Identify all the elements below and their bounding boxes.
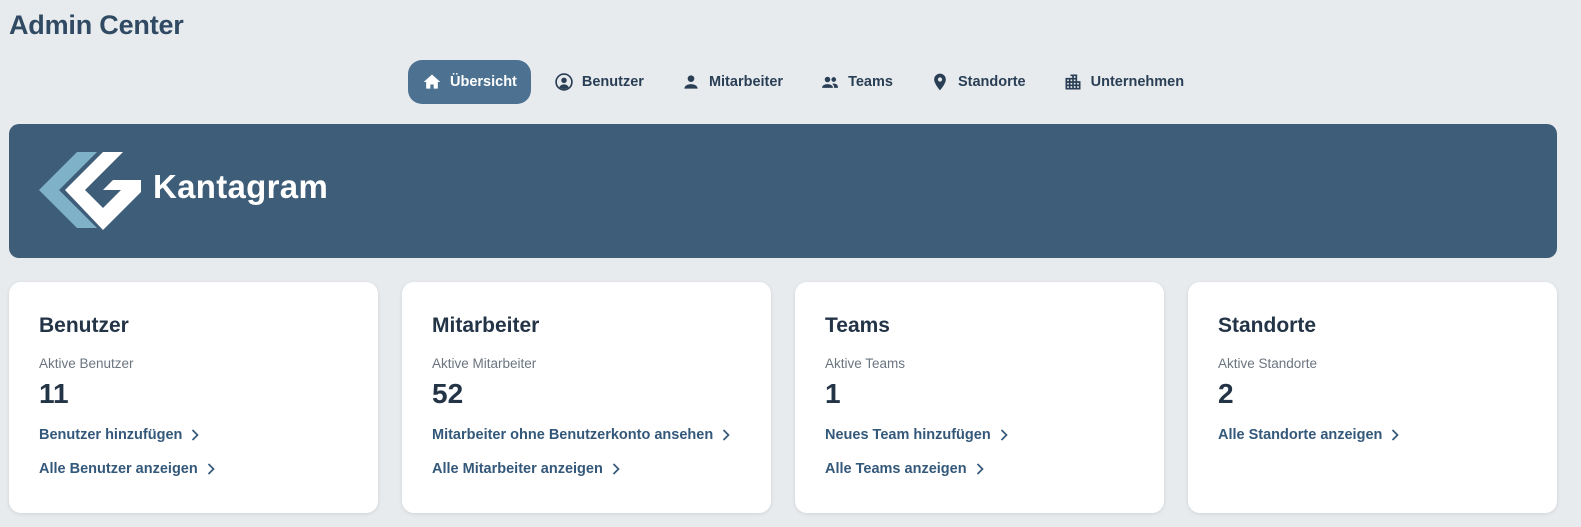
tab-benutzer[interactable]: Benutzer xyxy=(540,60,658,104)
card-title: Standorte xyxy=(1218,314,1317,337)
card-subtitle: Aktive Standorte xyxy=(1218,356,1318,371)
brand-banner: Kantagram xyxy=(9,124,1557,258)
page-title: Admin Center xyxy=(9,10,184,40)
card-teams: Teams Aktive Teams 1 Neues Team hinzufüg… xyxy=(795,282,1164,513)
card-count: 2 xyxy=(1218,378,1234,409)
chevron-right-icon xyxy=(1392,429,1400,441)
card-title: Mitarbeiter xyxy=(432,314,540,337)
location-pin-icon xyxy=(934,73,946,91)
all-users-link[interactable]: Alle Benutzer anzeigen xyxy=(39,459,348,479)
card-count: 11 xyxy=(39,378,69,409)
link-label: Neues Team hinzufügen xyxy=(825,427,991,443)
chevron-right-icon xyxy=(1000,429,1008,441)
link-label: Mitarbeiter ohne Benutzerkonto ansehen xyxy=(432,427,714,443)
tab-label: Benutzer xyxy=(581,74,644,90)
tab-uebersicht[interactable]: Übersicht xyxy=(408,60,531,104)
all-locations-link[interactable]: Alle Standorte anzeigen xyxy=(1218,425,1527,445)
card-benutzer: Benutzer Aktive Benutzer 11 Benutzer hin… xyxy=(9,282,378,513)
card-standorte: Standorte Aktive Standorte 2 Alle Stando… xyxy=(1188,282,1557,513)
card-count: 1 xyxy=(825,378,841,409)
chevron-right-icon xyxy=(612,463,620,475)
tab-standorte[interactable]: Standorte xyxy=(916,60,1040,104)
brand-name: Kantagram xyxy=(153,168,329,205)
employees-without-account-link[interactable]: Mitarbeiter ohne Benutzerkonto ansehen xyxy=(432,425,741,445)
kantagram-logo xyxy=(39,152,141,230)
main-nav: Übersicht Benutzer Mitarbeiter Teams Sta… xyxy=(408,60,1207,104)
chevron-right-icon xyxy=(723,429,730,441)
card-subtitle: Aktive Mitarbeiter xyxy=(432,356,537,371)
card-subtitle: Aktive Teams xyxy=(825,356,906,371)
card-title: Benutzer xyxy=(39,314,129,337)
chevron-right-icon xyxy=(976,463,984,475)
tab-unternehmen[interactable]: Unternehmen xyxy=(1049,60,1198,104)
person-icon xyxy=(684,75,698,89)
chevron-right-icon xyxy=(192,429,200,441)
add-team-link[interactable]: Neues Team hinzufügen xyxy=(825,425,1134,445)
tab-label: Mitarbeiter xyxy=(708,74,784,90)
all-teams-link[interactable]: Alle Teams anzeigen xyxy=(825,459,1134,479)
tab-label: Standorte xyxy=(957,74,1026,90)
link-label: Alle Teams anzeigen xyxy=(825,461,967,477)
chevron-right-icon xyxy=(207,463,215,475)
card-subtitle: Aktive Benutzer xyxy=(39,356,134,371)
link-label: Benutzer hinzufügen xyxy=(39,427,183,443)
group-icon xyxy=(822,76,838,88)
building-icon xyxy=(1065,74,1081,90)
link-label: Alle Mitarbeiter anzeigen xyxy=(432,461,603,477)
tab-mitarbeiter[interactable]: Mitarbeiter xyxy=(667,60,797,104)
tab-label: Übersicht xyxy=(450,74,517,90)
link-label: Alle Benutzer anzeigen xyxy=(39,461,198,477)
add-user-link[interactable]: Benutzer hinzufügen xyxy=(39,425,348,445)
user-circle-icon xyxy=(555,73,573,91)
tab-teams[interactable]: Teams xyxy=(806,60,907,104)
tab-label: Unternehmen xyxy=(1090,74,1185,90)
card-title: Teams xyxy=(825,314,890,337)
card-mitarbeiter: Mitarbeiter Aktive Mitarbeiter 52 Mitarb… xyxy=(402,282,771,513)
card-count: 52 xyxy=(432,378,464,409)
home-icon xyxy=(423,74,441,89)
tab-label: Teams xyxy=(848,74,893,90)
all-employees-link[interactable]: Alle Mitarbeiter anzeigen xyxy=(432,459,741,479)
link-label: Alle Standorte anzeigen xyxy=(1218,427,1383,443)
